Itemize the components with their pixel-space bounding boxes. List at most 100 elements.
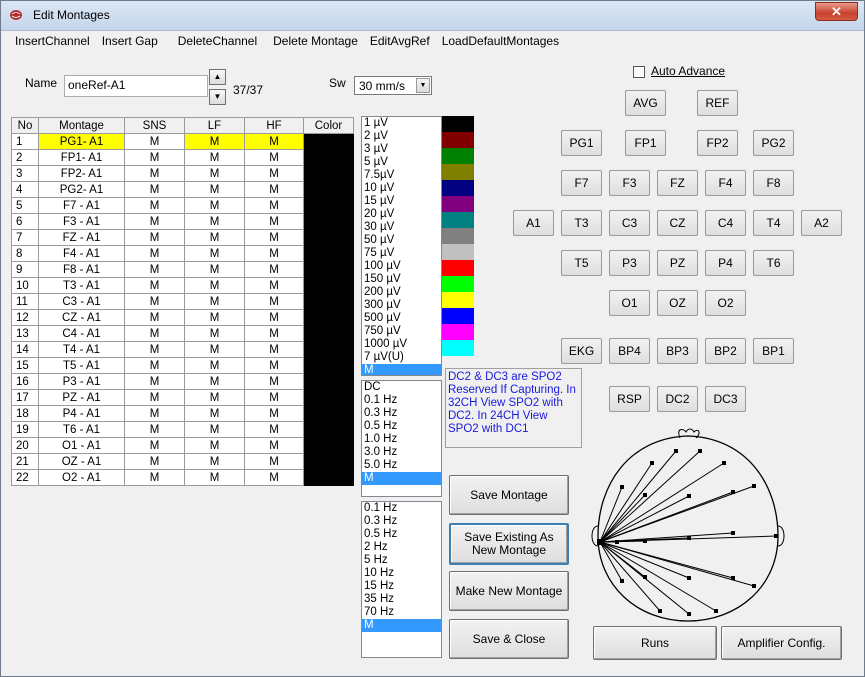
row-number[interactable]: 3 [11,165,39,182]
sweep-speed-select[interactable]: 30 mm/s ▼ [354,76,432,95]
low-filter-list[interactable]: DC 0.1 Hz 0.3 Hz 0.5 Hz 1.0 Hz 3.0 Hz 5.0 Hz M [361,380,442,497]
row-montage[interactable]: C3 - A1 [38,293,125,310]
electrode-pg1-button[interactable]: PG1 [561,130,602,156]
table-row[interactable]: 12 CZ - A1 M M M [11,309,354,326]
table-row[interactable]: 1 PG1- A1 M M M [11,133,354,150]
color-swatch[interactable] [442,340,474,356]
row-hf[interactable]: M [244,133,304,150]
electrode-p4-button[interactable]: P4 [705,250,746,276]
row-lf[interactable]: M [184,277,245,294]
electrode-pg2-button[interactable]: PG2 [753,130,794,156]
sensitivity-option[interactable]: 15 µV [362,195,441,208]
row-number[interactable]: 10 [11,277,39,294]
sensitivity-option[interactable]: 100 µV [362,260,441,273]
row-color[interactable] [303,421,354,438]
spin-up-button[interactable]: ▲ [209,69,226,85]
row-number[interactable]: 16 [11,373,39,390]
electrode-a1-button[interactable]: A1 [513,210,554,236]
row-sns[interactable]: M [124,245,185,262]
row-sns[interactable]: M [124,325,185,342]
high-filter-list[interactable]: 0.1 Hz 0.3 Hz 0.5 Hz 2 Hz 5 Hz 10 Hz 15 Hz 35 H… [361,501,442,658]
row-number[interactable]: 14 [11,341,39,358]
color-swatch[interactable] [442,132,474,148]
electrode-cz-button[interactable]: CZ [657,210,698,236]
row-hf[interactable]: M [244,293,304,310]
row-montage[interactable]: F3 - A1 [38,213,125,230]
electrode-fp1-button[interactable]: FP1 [625,130,666,156]
channel-bp1-button[interactable]: BP1 [753,338,794,364]
row-hf[interactable]: M [244,437,304,454]
sensitivity-option[interactable]: 50 µV [362,234,441,247]
auto-advance-checkbox[interactable] [633,66,645,78]
row-lf[interactable]: M [184,293,245,310]
electrode-fp2-button[interactable]: FP2 [697,130,738,156]
row-lf[interactable]: M [184,453,245,470]
table-row[interactable]: 20 O1 - A1 M M M [11,437,354,454]
save-close-button[interactable]: Save & Close [449,619,569,659]
row-lf[interactable]: M [184,341,245,358]
row-lf[interactable]: M [184,357,245,374]
color-swatch[interactable] [442,180,474,196]
row-lf[interactable]: M [184,229,245,246]
channel-dc3-button[interactable]: DC3 [705,386,746,412]
low-filter-option[interactable]: 0.1 Hz [362,394,441,407]
row-color[interactable] [303,373,354,390]
row-lf[interactable]: M [184,421,245,438]
table-row[interactable]: 5 F7 - A1 M M M [11,197,354,214]
high-filter-option[interactable]: 70 Hz [362,606,441,619]
row-color[interactable] [303,165,354,182]
row-sns[interactable]: M [124,149,185,166]
electrode-c4-button[interactable]: C4 [705,210,746,236]
row-sns[interactable]: M [124,309,185,326]
row-number[interactable]: 18 [11,405,39,422]
electrode-c3-button[interactable]: C3 [609,210,650,236]
channel-bp3-button[interactable]: BP3 [657,338,698,364]
low-filter-option[interactable]: 3.0 Hz [362,446,441,459]
row-hf[interactable]: M [244,453,304,470]
high-filter-option[interactable]: 15 Hz [362,580,441,593]
low-filter-option[interactable]: DC [362,381,441,394]
electrode-f3-button[interactable]: F3 [609,170,650,196]
sensitivity-option[interactable]: M [362,364,441,375]
row-hf[interactable]: M [244,373,304,390]
table-row[interactable]: 18 P4 - A1 M M M [11,405,354,422]
menu-delete-montage[interactable]: Delete Montage [267,32,364,52]
row-lf[interactable]: M [184,181,245,198]
color-swatch[interactable] [442,148,474,164]
color-swatch[interactable] [442,116,474,132]
electrode-o1-button[interactable]: O1 [609,290,650,316]
row-montage[interactable]: T5 - A1 [38,357,125,374]
row-color[interactable] [303,341,354,358]
row-lf[interactable]: M [184,149,245,166]
electrode-f7-button[interactable]: F7 [561,170,602,196]
close-button[interactable]: ✕ [815,2,858,21]
sensitivity-option[interactable]: 150 µV [362,273,441,286]
table-row[interactable]: 2 FP1- A1 M M M [11,149,354,166]
row-montage[interactable]: PG1- A1 [38,133,125,150]
sensitivity-option[interactable]: 10 µV [362,182,441,195]
row-color[interactable] [303,213,354,230]
row-lf[interactable]: M [184,309,245,326]
channel-bp4-button[interactable]: BP4 [609,338,650,364]
channel-bp2-button[interactable]: BP2 [705,338,746,364]
row-montage[interactable]: FP1- A1 [38,149,125,166]
row-number[interactable]: 5 [11,197,39,214]
table-row[interactable]: 7 FZ - A1 M M M [11,229,354,246]
high-filter-option[interactable]: 0.1 Hz [362,502,441,515]
row-lf[interactable]: M [184,437,245,454]
high-filter-option[interactable]: 2 Hz [362,541,441,554]
electrode-fz-button[interactable]: FZ [657,170,698,196]
row-number[interactable]: 15 [11,357,39,374]
row-number[interactable]: 7 [11,229,39,246]
row-number[interactable]: 13 [11,325,39,342]
row-number[interactable]: 20 [11,437,39,454]
row-montage[interactable]: T4 - A1 [38,341,125,358]
row-hf[interactable]: M [244,469,304,486]
row-color[interactable] [303,309,354,326]
row-montage[interactable]: PG2- A1 [38,181,125,198]
row-color[interactable] [303,277,354,294]
row-lf[interactable]: M [184,213,245,230]
row-sns[interactable]: M [124,453,185,470]
high-filter-option[interactable]: 0.3 Hz [362,515,441,528]
row-sns[interactable]: M [124,437,185,454]
